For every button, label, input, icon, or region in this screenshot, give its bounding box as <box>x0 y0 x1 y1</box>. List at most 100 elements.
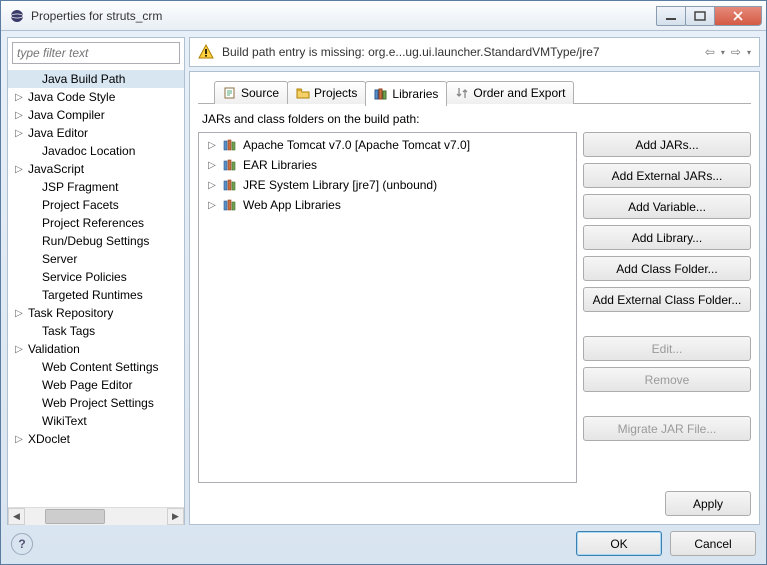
banner-nav: ⇦ ▾ ⇨ ▾ <box>705 45 751 59</box>
edit-button: Edit... <box>583 336 751 361</box>
nav-item[interactable]: JSP Fragment <box>8 178 184 196</box>
scroll-thumb[interactable] <box>45 509 105 524</box>
nav-item-label: Project References <box>42 216 144 230</box>
nav-item[interactable]: Run/Debug Settings <box>8 232 184 250</box>
tab-projects[interactable]: Projects <box>287 81 366 104</box>
nav-item[interactable]: Web Project Settings <box>8 394 184 412</box>
forward-dropdown-icon[interactable]: ▾ <box>747 48 751 57</box>
nav-item[interactable]: ▷Java Editor <box>8 124 184 142</box>
nav-item[interactable]: Service Policies <box>8 268 184 286</box>
nav-item[interactable]: Java Build Path <box>8 70 184 88</box>
library-label: Apache Tomcat v7.0 [Apache Tomcat v7.0] <box>243 138 470 152</box>
add-library-button[interactable]: Add Library... <box>583 225 751 250</box>
nav-item-label: Web Content Settings <box>42 360 159 374</box>
scroll-right-button[interactable]: ▶ <box>167 508 184 525</box>
tab-order-and-export[interactable]: Order and Export <box>446 81 574 104</box>
expander-icon[interactable]: ▷ <box>12 90 26 104</box>
libraries-tab-icon <box>374 87 388 101</box>
nav-item-label: Java Code Style <box>28 90 115 104</box>
nav-item-label: Service Policies <box>42 270 127 284</box>
scroll-track[interactable] <box>25 508 167 525</box>
library-item[interactable]: ▷ Apache Tomcat v7.0 [Apache Tomcat v7.0] <box>201 135 574 155</box>
maximize-button[interactable] <box>685 6 715 26</box>
nav-item-label: Web Project Settings <box>42 396 154 410</box>
add-jars-button[interactable]: Add JARs... <box>583 132 751 157</box>
add-external-class-folder-button[interactable]: Add External Class Folder... <box>583 287 751 312</box>
expander-icon[interactable]: ▷ <box>12 108 26 122</box>
tab-label: Source <box>241 86 279 100</box>
expander-icon[interactable]: ▷ <box>205 178 219 192</box>
nav-item-label: Task Repository <box>28 306 113 320</box>
nav-item[interactable]: ▷XDoclet <box>8 430 184 448</box>
tab-libraries[interactable]: Libraries <box>365 81 447 106</box>
expander-icon[interactable]: ▷ <box>12 432 26 446</box>
library-item[interactable]: ▷JRE System Library [jre7] (unbound) <box>201 175 574 195</box>
nav-item[interactable]: ▷Task Repository <box>8 304 184 322</box>
nav-item[interactable]: ▷Java Code Style <box>8 88 184 106</box>
message-banner: Build path entry is missing: org.e...ug.… <box>189 37 760 67</box>
expander-icon <box>26 378 40 392</box>
nav-item[interactable]: ▷Java Compiler <box>8 106 184 124</box>
library-item[interactable]: ▷ Web App Libraries <box>201 195 574 215</box>
tab-label: Libraries <box>392 87 438 101</box>
nav-item[interactable]: Targeted Runtimes <box>8 286 184 304</box>
back-dropdown-icon[interactable]: ▾ <box>721 48 725 57</box>
apply-button[interactable]: Apply <box>665 491 751 516</box>
expander-icon[interactable]: ▷ <box>12 306 26 320</box>
banner-message: Build path entry is missing: org.e...ug.… <box>222 45 705 59</box>
add-external-jars-button[interactable]: Add External JARs... <box>583 163 751 188</box>
library-icon <box>223 157 239 173</box>
back-arrow-icon[interactable]: ⇦ <box>705 45 715 59</box>
nav-item[interactable]: WikiText <box>8 412 184 430</box>
nav-item[interactable]: Task Tags <box>8 322 184 340</box>
help-icon[interactable]: ? <box>11 533 33 555</box>
source-tab-icon <box>223 86 237 100</box>
nav-item-label: Web Page Editor <box>42 378 133 392</box>
library-icon <box>223 177 239 193</box>
expander-icon[interactable]: ▷ <box>205 138 219 152</box>
titlebar: Properties for struts_crm <box>1 1 766 31</box>
expander-icon <box>26 414 40 428</box>
expander-icon <box>26 324 40 338</box>
nav-item[interactable]: Server <box>8 250 184 268</box>
expander-icon[interactable]: ▷ <box>12 162 26 176</box>
warning-icon <box>198 44 214 60</box>
filter-input[interactable] <box>12 42 180 64</box>
order-and-export-tab-icon <box>455 86 469 100</box>
library-icon <box>223 137 239 153</box>
cancel-button[interactable]: Cancel <box>670 531 756 556</box>
close-button[interactable] <box>714 6 762 26</box>
nav-tree[interactable]: Java Build Path▷Java Code Style▷Java Com… <box>8 68 184 450</box>
expander-icon[interactable]: ▷ <box>12 126 26 140</box>
ok-button[interactable]: OK <box>576 531 662 556</box>
nav-item[interactable]: ▷Validation <box>8 340 184 358</box>
nav-item-label: Task Tags <box>42 324 95 338</box>
expander-icon[interactable]: ▷ <box>205 158 219 172</box>
expander-icon[interactable]: ▷ <box>12 342 26 356</box>
add-class-folder-button[interactable]: Add Class Folder... <box>583 256 751 281</box>
nav-item[interactable]: Project Facets <box>8 196 184 214</box>
nav-item[interactable]: Javadoc Location <box>8 142 184 160</box>
nav-item[interactable]: Project References <box>8 214 184 232</box>
tab-source[interactable]: Source <box>214 81 288 104</box>
bottom-bar: ? OK Cancel <box>7 525 760 558</box>
library-label: Web App Libraries <box>243 198 341 212</box>
minimize-button[interactable] <box>656 6 686 26</box>
nav-item-label: Targeted Runtimes <box>42 288 143 302</box>
expander-icon[interactable]: ▷ <box>205 198 219 212</box>
navigation-pane: Java Build Path▷Java Code Style▷Java Com… <box>7 37 185 525</box>
nav-item[interactable]: Web Content Settings <box>8 358 184 376</box>
nav-item[interactable]: ▷JavaScript <box>8 160 184 178</box>
library-item[interactable]: ▷EAR Libraries <box>201 155 574 175</box>
expander-icon <box>26 270 40 284</box>
nav-item[interactable]: Web Page Editor <box>8 376 184 394</box>
add-variable-button[interactable]: Add Variable... <box>583 194 751 219</box>
expander-icon <box>26 72 40 86</box>
horizontal-scrollbar[interactable]: ◀ ▶ <box>8 507 184 524</box>
expander-icon <box>26 198 40 212</box>
nav-item-label: Validation <box>28 342 80 356</box>
forward-arrow-icon[interactable]: ⇨ <box>731 45 741 59</box>
libraries-tree[interactable]: ▷ Apache Tomcat v7.0 [Apache Tomcat v7.0]… <box>198 132 577 483</box>
scroll-left-button[interactable]: ◀ <box>8 508 25 525</box>
expander-icon <box>26 216 40 230</box>
